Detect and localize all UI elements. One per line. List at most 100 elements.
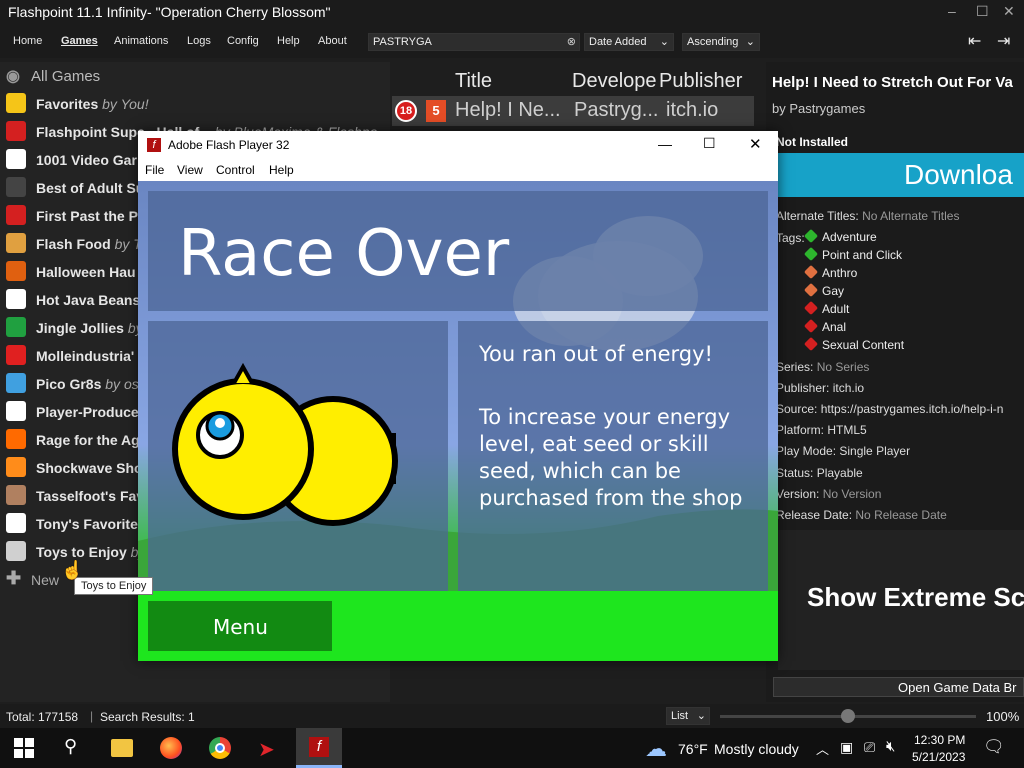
playlist-author: by You!	[102, 96, 149, 112]
menu-logs[interactable]: Logs	[187, 35, 211, 47]
game-row[interactable]: 18 5 Help! I Ne... Pastryg... itch.io	[392, 96, 754, 126]
playlist-icon	[6, 149, 26, 169]
tag-item[interactable]: Gay	[803, 282, 845, 298]
yellow-bird-character	[172, 362, 398, 526]
chrome-icon[interactable]	[209, 737, 231, 759]
playlist-label: Rage for the Ag	[36, 432, 140, 448]
shop-hint-message: To increase your energy level, eat seed …	[479, 405, 743, 510]
tag-item[interactable]: Point and Click	[803, 246, 903, 262]
search-icon[interactable]: ⚲	[64, 736, 77, 757]
sort-by-select[interactable]: Date Added ⌄	[584, 33, 674, 51]
column-developer[interactable]: Develope	[572, 70, 657, 93]
volume-muted-icon[interactable]: 🔇︎	[886, 738, 895, 755]
tag-icon	[803, 228, 819, 244]
flash-player-taskbar-item[interactable]: f	[296, 728, 342, 768]
network-icon[interactable]: ⎚	[864, 739, 875, 756]
flash-menu-bar: File View Control Help	[138, 159, 778, 181]
flash-title-bar: f Adobe Flash Player 32 — ☐ ✕	[138, 131, 778, 159]
playlist-item[interactable]: Favorites by You!	[0, 90, 390, 118]
file-explorer-icon[interactable]	[111, 739, 133, 757]
flash-player-window: f Adobe Flash Player 32 — ☐ ✕ File View …	[138, 131, 778, 661]
menu-home[interactable]: Home	[13, 35, 42, 47]
weather-temp[interactable]: 76°F	[678, 741, 708, 757]
flash-menu-view[interactable]: View	[177, 163, 203, 177]
playmode-value: Single Player	[839, 444, 911, 458]
flash-close-button[interactable]: ✕	[749, 135, 762, 153]
notifications-icon[interactable]: 🗨︎	[983, 737, 1005, 757]
tag-name: Gay	[822, 284, 845, 298]
weather-cloud-icon[interactable]: ☁	[645, 736, 667, 762]
show-extreme-label[interactable]: Show Extreme Sc	[807, 582, 1024, 613]
tag-item[interactable]: Anthro	[803, 264, 857, 280]
playlist-name: Hot Java Beans	[36, 292, 141, 308]
close-button[interactable]: ✕	[1003, 3, 1015, 20]
playlist-label: Toys to Enjoy by	[36, 544, 145, 560]
menu-animations[interactable]: Animations	[114, 35, 168, 47]
playlist-name: Best of Adult Su	[36, 180, 145, 196]
download-button[interactable]: Downloa	[778, 153, 1024, 197]
menu-games[interactable]: Games	[61, 35, 98, 47]
bird-body-front	[172, 378, 314, 520]
playlist-icon	[6, 233, 26, 253]
tag-item[interactable]: Anal	[803, 318, 846, 334]
zoom-slider-handle[interactable]	[841, 709, 855, 723]
search-input[interactable]: PASTRYGA ⊗	[368, 33, 580, 51]
minimize-button[interactable]: –	[948, 3, 956, 19]
chevron-down-icon: ⌄	[659, 36, 669, 48]
tray-app-icon[interactable]: ▣	[840, 739, 853, 756]
sort-by-value: Date Added	[589, 36, 647, 48]
playlist-name: Player-Produce	[36, 404, 139, 420]
clear-search-icon[interactable]: ⊗	[567, 35, 576, 48]
menu-about[interactable]: About	[318, 35, 347, 47]
source-value: https://pastrygames.itch.io/help-i-n	[820, 402, 1004, 416]
app-title-bar: Flashpoint 11.1 Infinity- "Operation Che…	[0, 0, 1024, 26]
playlist-name: Jingle Jollies	[36, 320, 124, 336]
playmode-label: Play Mode:	[776, 444, 837, 458]
tag-icon	[803, 246, 819, 262]
flash-menu-file[interactable]: File	[145, 163, 164, 177]
menu-bar: Home Games Animations Logs Config Help A…	[0, 26, 1024, 58]
flash-menu-help[interactable]: Help	[269, 163, 294, 177]
playlist-name: 1001 Video Gar	[36, 152, 137, 168]
alt-titles-label: Alternate Titles:	[776, 209, 859, 223]
flash-maximize-button[interactable]: ☐	[703, 135, 716, 152]
flash-game-stage[interactable]: Race Over You ran out of energy! To incr…	[138, 181, 778, 661]
chevron-up-icon[interactable]: ︿	[816, 739, 829, 758]
zoom-slider[interactable]	[720, 709, 976, 723]
order-select[interactable]: Ascending ⌄	[682, 33, 760, 51]
flashpoint-icon[interactable]: ➤	[258, 737, 275, 762]
toggle-left-sidebar-icon[interactable]: ⇤	[968, 31, 981, 51]
menu-help[interactable]: Help	[277, 35, 300, 47]
flash-menu-control[interactable]: Control	[216, 163, 255, 177]
open-game-data-button[interactable]: Open Game Data Br	[773, 677, 1024, 697]
platform-value: HTML5	[827, 423, 867, 437]
tag-item[interactable]: Adult	[803, 300, 849, 316]
chevron-down-icon: ⌄	[745, 36, 755, 48]
all-games-item[interactable]: ◉ All Games	[0, 62, 390, 90]
flash-minimize-button[interactable]: —	[658, 136, 672, 152]
playlist-label: Jingle Jollies by	[36, 320, 143, 336]
chevron-down-icon: ⌄	[696, 710, 706, 722]
playlist-icon	[6, 121, 26, 141]
tag-item[interactable]: Adventure	[803, 228, 877, 244]
windows-start-icon[interactable]	[14, 738, 34, 758]
tag-item[interactable]: Sexual Content	[803, 336, 904, 352]
maximize-button[interactable]: ☐	[976, 3, 989, 20]
firefox-icon[interactable]	[160, 737, 182, 759]
clock-time[interactable]: 12:30 PM	[914, 733, 965, 747]
clock-date[interactable]: 5/21/2023	[912, 750, 965, 764]
playlist-label: Player-Produce	[36, 404, 139, 420]
menu-config[interactable]: Config	[227, 35, 259, 47]
open-game-data-label: Open Game Data Br	[898, 680, 1017, 695]
plus-icon: ✚	[6, 568, 22, 588]
column-title[interactable]: Title	[455, 70, 492, 93]
game-publisher-cell: itch.io	[666, 99, 719, 121]
view-mode-select[interactable]: List ⌄	[666, 707, 710, 725]
toggle-right-sidebar-icon[interactable]: ⇥	[997, 31, 1010, 51]
version-value: No Version	[822, 487, 882, 501]
column-publisher[interactable]: Publisher	[659, 70, 742, 93]
tag-name: Point and Click	[822, 248, 903, 262]
flash-menu-button[interactable]: Menu	[148, 601, 332, 651]
taskbar: ⚲ ➤ f ☁ 76°F Mostly cloudy ︿ ▣ ⎚ 🔇︎ 12:3…	[0, 728, 1024, 768]
weather-text[interactable]: Mostly cloudy	[714, 741, 799, 757]
